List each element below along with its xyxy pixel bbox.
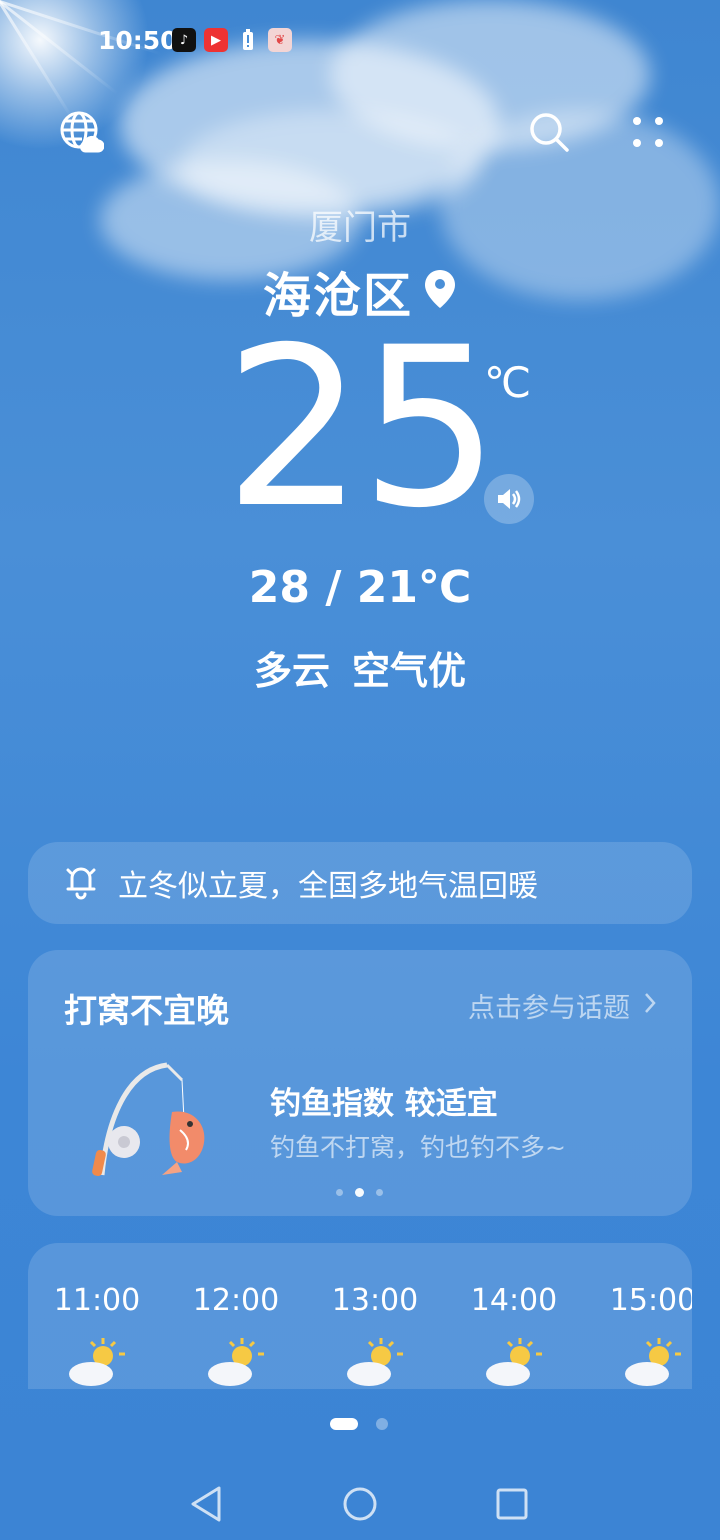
city-name: 厦门市 xyxy=(309,208,411,248)
hour-item[interactable]: 14:00 xyxy=(454,1283,574,1386)
hour-time: 11:00 xyxy=(53,1283,141,1318)
globe-cloud-icon[interactable] xyxy=(54,105,108,159)
temperature-unit: ℃ xyxy=(484,358,532,407)
hour-time: 13:00 xyxy=(331,1283,419,1318)
partly-sunny-icon xyxy=(37,1336,157,1386)
back-icon[interactable] xyxy=(184,1482,228,1526)
chevron-right-icon xyxy=(644,990,656,1021)
current-temperature: 25 xyxy=(224,300,500,556)
partly-sunny-icon xyxy=(454,1336,574,1386)
battery-alert-icon xyxy=(236,28,260,52)
join-topic-label: 点击参与话题 xyxy=(468,993,630,1024)
speaker-icon[interactable] xyxy=(484,474,534,524)
news-headline: 立冬似立夏，全国多地气温回暖 xyxy=(118,869,538,904)
recents-icon[interactable] xyxy=(490,1482,534,1526)
topic-title: 打窝不宜晚 xyxy=(64,991,229,1030)
news-card[interactable]: 立冬似立夏，全国多地气温回暖 xyxy=(28,842,692,924)
status-time: 10:50 xyxy=(98,26,178,55)
more-icon[interactable] xyxy=(621,105,675,159)
hourly-forecast[interactable]: 11:00 12:00 13:00 14:00 15:00 xyxy=(28,1243,692,1389)
app-icon: ❦ xyxy=(268,28,292,52)
system-nav-bar xyxy=(0,1470,720,1540)
partly-sunny-icon xyxy=(315,1336,435,1386)
hour-time: 14:00 xyxy=(470,1283,558,1318)
carousel-dot xyxy=(376,1189,383,1196)
tiktok-icon: ♪ xyxy=(172,28,196,52)
page-indicator-active xyxy=(330,1418,358,1430)
page-indicator-dot xyxy=(376,1418,388,1430)
hour-item[interactable]: 15:00 xyxy=(593,1283,692,1386)
hour-item[interactable]: 13:00 xyxy=(315,1283,435,1386)
status-bar: 10:50 ♪ ▶ ❦ xyxy=(0,0,720,80)
bell-icon xyxy=(64,862,98,904)
hour-time: 12:00 xyxy=(192,1283,280,1318)
hour-item[interactable]: 11:00 xyxy=(37,1283,157,1386)
air-quality[interactable]: 空气优 xyxy=(352,640,466,695)
hour-time: 15:00 xyxy=(609,1283,692,1318)
temperature-range: 28 / 21℃ xyxy=(248,562,472,613)
status-icons: ♪ ▶ ❦ xyxy=(172,28,292,52)
join-topic-link[interactable]: 点击参与话题 xyxy=(468,986,656,1025)
condition-row: 多云 空气优 xyxy=(0,640,720,695)
partly-sunny-icon xyxy=(593,1336,692,1386)
carousel-dots xyxy=(336,1188,383,1197)
weather-condition: 多云 xyxy=(253,649,330,693)
page-indicator xyxy=(330,1418,388,1430)
topic-card[interactable]: 打窝不宜晚 点击参与话题 钓鱼指数 较适宜 钓鱼不打窝，钓也钓不多~ xyxy=(28,950,692,1216)
home-icon[interactable] xyxy=(338,1482,382,1526)
carousel-dot xyxy=(336,1189,343,1196)
fishing-index-desc: 钓鱼不打窝，钓也钓不多~ xyxy=(270,1133,566,1162)
fishing-illustration xyxy=(82,1050,222,1185)
video-app-icon: ▶ xyxy=(204,28,228,52)
hour-item[interactable]: 12:00 xyxy=(176,1283,296,1386)
carousel-dot-active xyxy=(355,1188,364,1197)
search-icon[interactable] xyxy=(522,105,576,159)
partly-sunny-icon xyxy=(176,1336,296,1386)
fishing-index: 钓鱼指数 较适宜 xyxy=(270,1086,498,1122)
